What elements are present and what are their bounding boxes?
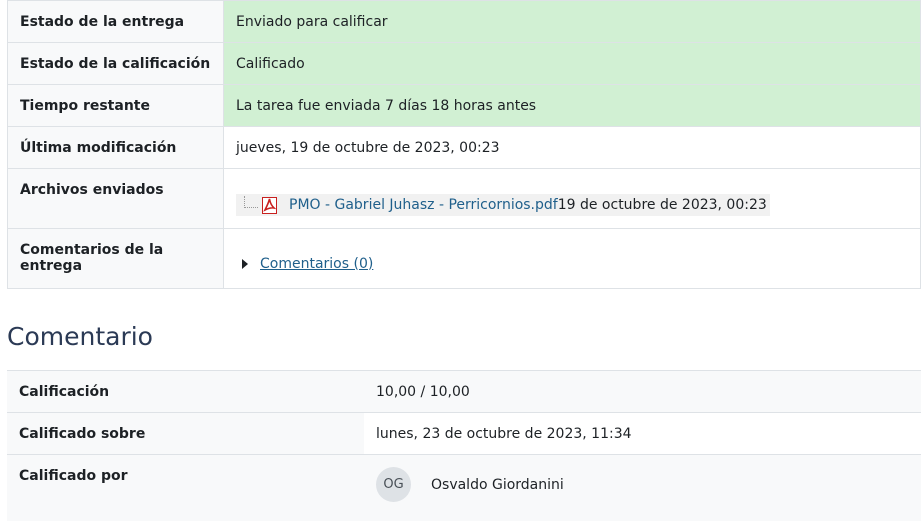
table-row: Calificado sobre lunes, 23 de octubre de… — [7, 412, 921, 455]
table-row: Calificación 10,00 / 10,00 — [7, 370, 921, 413]
table-row: Estado de la calificación Calificado — [7, 42, 921, 85]
submitted-file-link[interactable]: PMO - Gabriel Juhasz - Perricornios.pdf — [289, 197, 558, 213]
table-row: Calificado por OG Osvaldo Giordanini — [7, 454, 921, 521]
row-header: Estado de la entrega — [7, 0, 224, 43]
grading-status-value: Calificado — [223, 42, 921, 85]
submission-status-value: Enviado para calificar — [223, 0, 921, 43]
table-row: Estado de la entrega Enviado para califi… — [7, 0, 921, 43]
submitted-files-cell: PMO - Gabriel Juhasz - Perricornios.pdf 1… — [223, 168, 921, 229]
graded-on-value: lunes, 23 de octubre de 2023, 11:34 — [364, 412, 921, 455]
submission-status-table: Estado de la entrega Enviado para califi… — [7, 0, 921, 289]
table-row: Comentarios de la entrega Comentarios (0… — [7, 228, 921, 289]
feedback-section-title: Comentario — [7, 322, 153, 351]
row-header: Última modificación — [7, 126, 224, 169]
file-date: 19 de octubre de 2023, 00:23 — [557, 197, 767, 213]
pdf-icon — [262, 196, 277, 214]
row-header: Archivos enviados — [7, 168, 224, 229]
file-entry: PMO - Gabriel Juhasz - Perricornios.pdf 1… — [236, 194, 770, 216]
avatar: OG — [376, 467, 411, 502]
row-header: Tiempo restante — [7, 84, 224, 127]
row-header: Estado de la calificación — [7, 42, 224, 85]
row-header: Calificado por — [7, 454, 364, 521]
table-row: Tiempo restante La tarea fue enviada 7 d… — [7, 84, 921, 127]
grade-value: 10,00 / 10,00 — [364, 370, 921, 413]
last-modified-value: jueves, 19 de octubre de 2023, 00:23 — [223, 126, 921, 169]
submission-comments-cell: Comentarios (0) — [223, 228, 921, 289]
row-header: Calificación — [7, 370, 364, 413]
comments-toggle-link[interactable]: Comentarios (0) — [236, 229, 908, 288]
graded-by-cell: OG Osvaldo Giordanini — [364, 454, 921, 521]
table-row: Última modificación jueves, 19 de octubr… — [7, 126, 921, 169]
comments-label: Comentarios (0) — [260, 255, 374, 272]
caret-right-icon — [242, 258, 248, 269]
row-header: Calificado sobre — [7, 412, 364, 455]
tree-connector — [244, 196, 258, 208]
feedback-table: Calificación 10,00 / 10,00 Calificado so… — [7, 370, 921, 521]
time-remaining-value: La tarea fue enviada 7 días 18 horas ant… — [223, 84, 921, 127]
grader-name: Osvaldo Giordanini — [431, 476, 564, 493]
table-row: Archivos enviados PMO - Gabriel Juhasz -… — [7, 168, 921, 229]
row-header: Comentarios de la entrega — [7, 228, 224, 289]
